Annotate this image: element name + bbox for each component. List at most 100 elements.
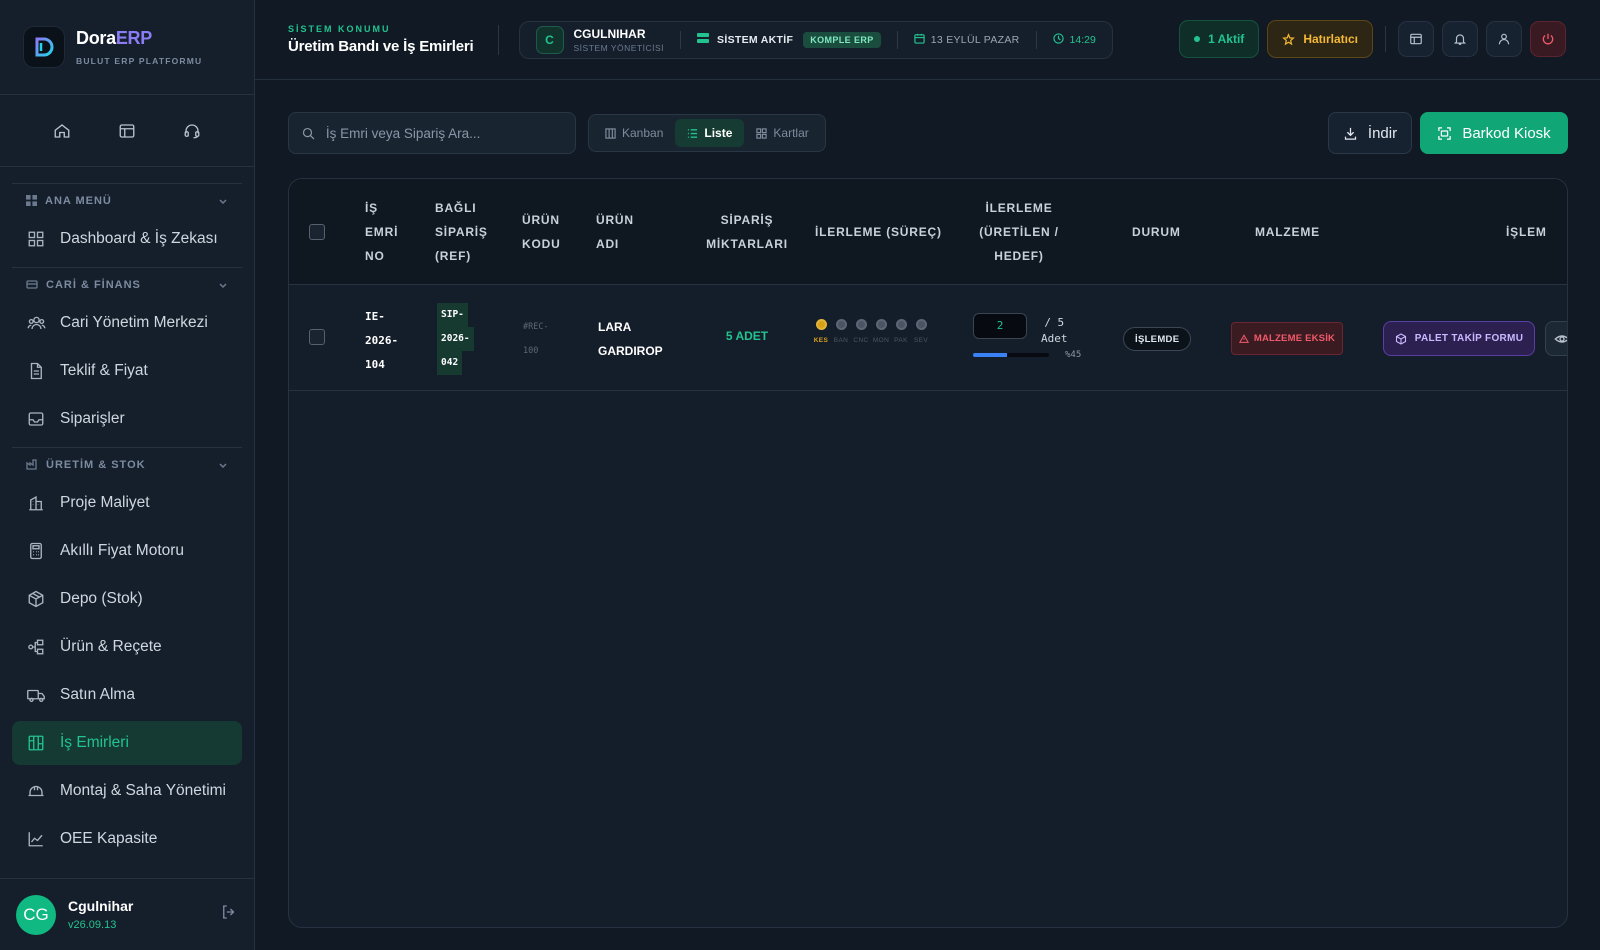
grid-icon xyxy=(26,229,46,249)
page-title: Üretim Bandı ve İş Emirleri xyxy=(288,38,474,55)
step-pak[interactable]: PAK xyxy=(891,319,911,344)
produced-quantity-input[interactable]: 2 xyxy=(973,313,1027,339)
status-user-name: CGULNIHAR xyxy=(573,26,646,41)
col-action[interactable]: İŞLEM xyxy=(1506,220,1547,244)
tab-kartlar[interactable]: Kartlar xyxy=(744,119,820,147)
divider xyxy=(497,24,499,55)
table-header: İŞ EMRİ NO BAĞLI SİPARİŞ (REF) ÜRÜN KODU ÜRÜN… xyxy=(289,179,1567,285)
sidebar-item-is-emirleri[interactable]: İş Emirleri xyxy=(12,721,242,765)
col-status[interactable]: DURUM xyxy=(1132,220,1181,244)
col-ref[interactable]: BAĞLI SİPARİŞ (REF) xyxy=(435,196,488,268)
barcode-kiosk-button[interactable]: Barkod Kiosk xyxy=(1420,112,1568,154)
target-quantity: / 5 Adet xyxy=(1041,316,1068,345)
tree-icon xyxy=(26,637,46,657)
sidebar-item-dashboard[interactable]: Dashboard & İş Zekası xyxy=(12,217,242,261)
brand-name: DoraERP xyxy=(76,28,152,48)
section-uretim-stok[interactable]: ÜRETİM & STOK xyxy=(12,447,242,481)
sidebar-item-cari-yonetim[interactable]: Cari Yönetim Merkezi xyxy=(12,301,242,345)
layout-icon[interactable] xyxy=(112,116,142,146)
step-cnc[interactable]: CNC xyxy=(851,319,871,344)
chevron-down-icon xyxy=(219,462,227,468)
download-button[interactable]: İndir xyxy=(1328,112,1412,154)
sidebar-item-montaj-saha[interactable]: Montaj & Saha Yönetimi xyxy=(12,769,242,813)
step-ban[interactable]: BAN xyxy=(831,319,851,344)
sidebar-nav: ANA MENÜ Dashboard & İş Zekası CARİ & Fİ… xyxy=(0,167,254,861)
view-eye-icon[interactable] xyxy=(1545,321,1567,356)
step-dot-icon xyxy=(835,319,847,330)
sidebar-item-siparisler[interactable]: Siparişler xyxy=(12,397,242,441)
user-icon[interactable] xyxy=(1486,21,1522,57)
brand-subtitle: BULUT ERP PLATFORMU xyxy=(76,56,203,66)
power-icon[interactable] xyxy=(1530,21,1566,57)
status-badge: İŞLEMDE xyxy=(1123,327,1192,351)
row-checkbox[interactable] xyxy=(309,329,325,345)
table-row[interactable]: IE- 2026- 104 SIP- 2026- 042 #REC- 100 LARA GA… xyxy=(289,285,1567,391)
inbox-icon xyxy=(26,409,46,429)
view-switcher: Kanban Liste Kartlar xyxy=(588,114,826,152)
search-icon xyxy=(302,127,315,139)
logout-icon[interactable] xyxy=(220,903,238,926)
cards-icon xyxy=(756,127,768,139)
app-version: v26.09.13 xyxy=(68,919,117,931)
progress-bar-fill xyxy=(973,353,1008,357)
chart-icon xyxy=(26,829,46,849)
pin-icon xyxy=(1282,32,1296,45)
brand-logo-icon[interactable] xyxy=(24,27,64,67)
col-product-code[interactable]: ÜRÜN KODU xyxy=(522,208,561,256)
material-missing-badge[interactable]: MALZEME EKSİK xyxy=(1231,322,1343,355)
step-mon[interactable]: MON xyxy=(871,319,891,344)
system-status-bar: C CGULNIHAR SİSTEM YÖNETİCİSİ SİSTEM AKT… xyxy=(518,20,1113,59)
sidebar-item-proje-maliyet[interactable]: Proje Maliyet xyxy=(12,481,242,525)
step-dot-icon xyxy=(915,319,927,330)
document-icon xyxy=(26,361,46,381)
col-progress[interactable]: İLERLEME (ÜRETİLEN / HEDEF) xyxy=(959,196,1079,268)
user-badge: C xyxy=(535,25,564,54)
helmet-icon xyxy=(26,781,46,801)
work-order-no[interactable]: IE- 2026- 104 xyxy=(365,305,398,377)
col-order-qty[interactable]: SİPARİŞ MİKTARLARI xyxy=(682,208,812,256)
order-ref-badge[interactable]: SIP- 2026- 042 xyxy=(437,303,474,375)
sidebar-item-depo-stok[interactable]: Depo (Stok) xyxy=(12,577,242,621)
sidebar-item-satin-alma[interactable]: Satın Alma xyxy=(12,673,242,717)
warning-icon xyxy=(1238,333,1249,343)
online-dot-icon xyxy=(1194,36,1201,42)
pallet-tracking-form-button[interactable]: PALET TAKİP FORMU xyxy=(1383,321,1535,356)
sidebar-item-teklif-fiyat[interactable]: Teklif & Fiyat xyxy=(12,349,242,393)
tab-liste[interactable]: Liste xyxy=(675,119,745,147)
avatar[interactable]: CG xyxy=(16,894,56,935)
search-input[interactable] xyxy=(325,125,563,141)
package-icon xyxy=(1395,332,1406,345)
sidebar-item-akilli-fiyat[interactable]: Akıllı Fiyat Motoru xyxy=(12,529,242,573)
product-code: #REC- 100 xyxy=(523,322,549,356)
work-orders-table: İŞ EMRİ NO BAĞLI SİPARİŞ (REF) ÜRÜN KODU ÜRÜN… xyxy=(288,178,1568,928)
box-icon xyxy=(26,589,46,609)
step-dot-icon xyxy=(875,319,887,330)
select-all-checkbox[interactable] xyxy=(309,224,325,240)
col-product-name[interactable]: ÜRÜN ADI xyxy=(596,208,634,256)
reminder-button[interactable]: Hatırlatıcı xyxy=(1267,20,1373,58)
brand: DoraERP BULUT ERP PLATFORMU xyxy=(0,0,254,95)
col-process[interactable]: İLERLEME (SÜREÇ) xyxy=(815,220,942,244)
quick-actions xyxy=(0,95,254,167)
col-material[interactable]: MALZEME xyxy=(1255,220,1320,244)
section-ana-menu[interactable]: ANA MENÜ xyxy=(12,183,242,217)
bell-icon[interactable] xyxy=(1442,21,1478,57)
tab-kanban[interactable]: Kanban xyxy=(593,119,675,147)
sidebar-item-oee-kapasite[interactable]: OEE Kapasite xyxy=(12,817,242,861)
step-dot-icon xyxy=(895,319,907,330)
edition-badge: KOMPLE ERP xyxy=(803,31,881,48)
headset-icon[interactable] xyxy=(177,116,207,146)
sidebar-item-urun-recete[interactable]: Ürün & Reçete xyxy=(12,625,242,669)
users-icon xyxy=(26,313,46,333)
step-sev[interactable]: SEV xyxy=(911,319,931,344)
sidebar: DoraERP BULUT ERP PLATFORMU ANA MENÜ Das… xyxy=(0,0,255,950)
layout-toggle-icon[interactable] xyxy=(1398,21,1434,57)
clock-icon xyxy=(1052,31,1064,49)
home-icon[interactable] xyxy=(47,116,77,146)
step-kes[interactable]: KES xyxy=(811,319,831,344)
active-users-button[interactable]: 1 Aktif xyxy=(1179,20,1260,58)
section-cari-finans[interactable]: CARİ & FİNANS xyxy=(12,267,242,301)
chevron-down-icon xyxy=(219,198,227,204)
kanban-icon xyxy=(26,733,46,753)
col-wo-no[interactable]: İŞ EMRİ NO xyxy=(365,196,398,268)
